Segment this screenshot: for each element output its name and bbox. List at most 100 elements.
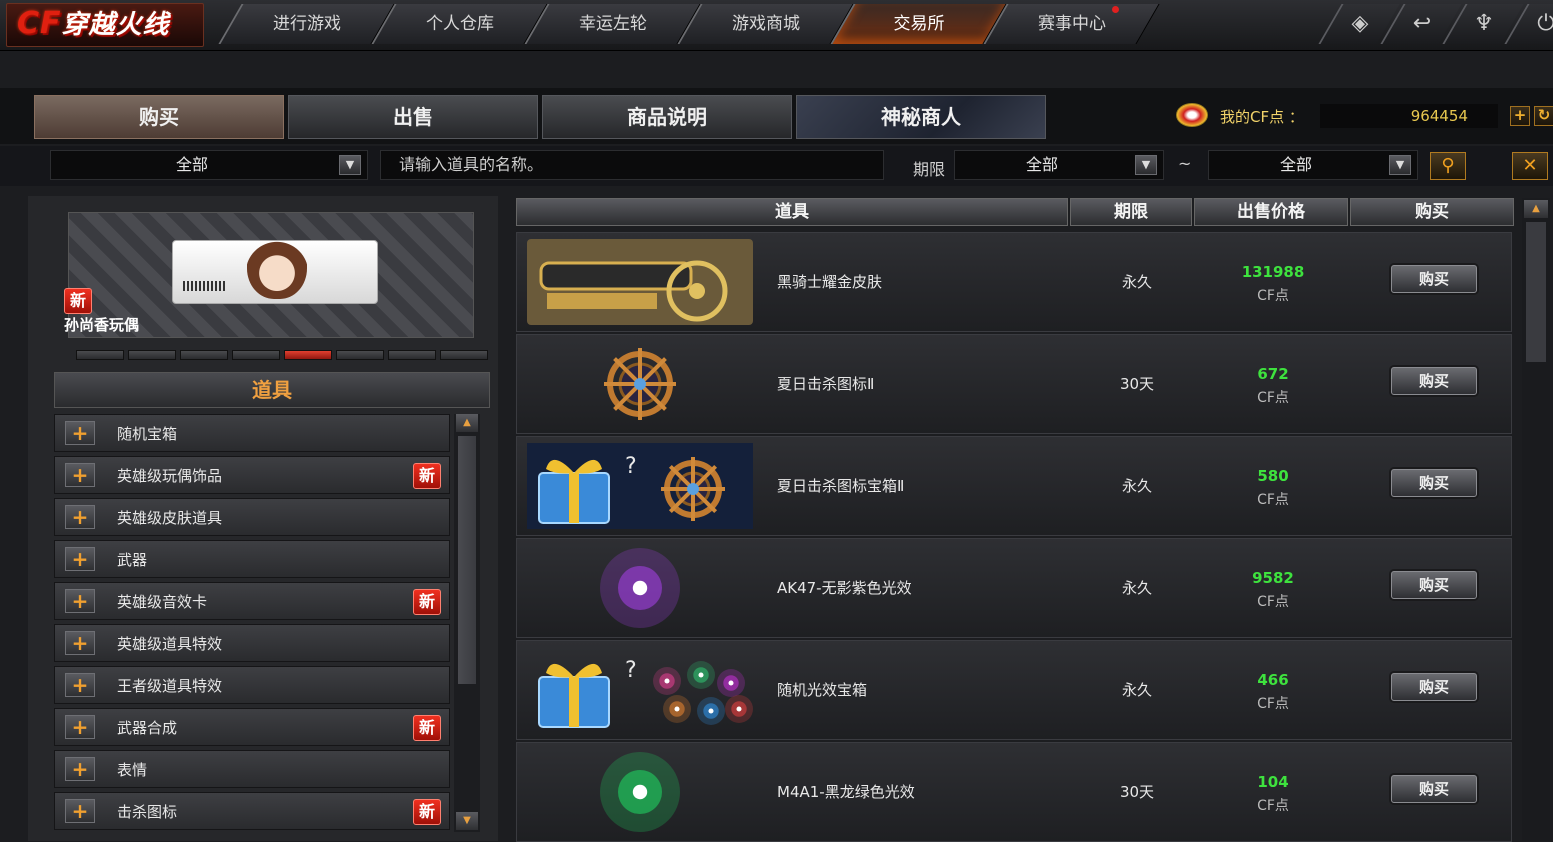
item-name: 随机光效宝箱 — [777, 681, 868, 699]
item-price: 580 — [1257, 467, 1289, 485]
table-row[interactable]: 夏日击杀图标Ⅱ 30天 672 CF点 购买 — [516, 334, 1512, 434]
period-to-select[interactable]: 全部 ▼ — [1208, 150, 1418, 180]
new-badge: 新 — [413, 715, 441, 741]
tab-mystery-merchant[interactable]: 神秘商人 — [796, 95, 1046, 139]
buy-button[interactable]: 购买 — [1391, 367, 1477, 395]
nav-tab-label: 进行游戏 — [273, 14, 341, 34]
buy-button[interactable]: 购买 — [1391, 469, 1477, 497]
expand-plus-icon[interactable]: + — [65, 673, 95, 697]
carousel-dot[interactable] — [440, 350, 488, 360]
buy-button[interactable]: 购买 — [1391, 775, 1477, 803]
chevron-down-icon[interactable]: ▼ — [1135, 155, 1157, 175]
category-item[interactable]: + 表情 — [54, 750, 450, 788]
item-name-search-input[interactable]: 请输入道具的名称。 — [380, 150, 884, 180]
nav-tab-store[interactable]: 游戏商城 — [677, 4, 854, 44]
item-thumbnail: ? — [527, 443, 753, 529]
item-price: 9582 — [1252, 569, 1294, 587]
scroll-up-icon[interactable]: ▲ — [456, 414, 478, 432]
tab-buy[interactable]: 购买 — [34, 95, 284, 139]
category-item[interactable]: + 武器 — [54, 540, 450, 578]
doll-ticket-image — [172, 231, 378, 304]
category-item[interactable]: + 英雄级音效卡 新 — [54, 582, 450, 620]
chevron-down-icon[interactable]: ▼ — [1389, 155, 1411, 175]
expand-plus-icon[interactable]: + — [65, 757, 95, 781]
category-item[interactable]: + 英雄级皮肤道具 — [54, 498, 450, 536]
scrollbar-thumb[interactable] — [458, 436, 476, 684]
category-scrollbar[interactable]: ▲ ▼ — [454, 414, 480, 832]
item-period: 永久 — [1121, 477, 1152, 495]
game-logo: CF穿越火线 — [6, 3, 204, 47]
category-select-value: 全部 — [175, 155, 208, 174]
search-button[interactable]: ⚲ — [1430, 152, 1466, 180]
carousel-dot[interactable] — [76, 350, 124, 360]
column-header-period: 期限 — [1070, 198, 1192, 226]
nav-tab-storage[interactable]: 个人仓库 — [371, 4, 548, 44]
nav-tab-play[interactable]: 进行游戏 — [218, 4, 395, 44]
tab-sell[interactable]: 出售 — [288, 95, 538, 139]
tab-item-description[interactable]: 商品说明 — [542, 95, 792, 139]
category-item[interactable]: + 英雄级道具特效 — [54, 624, 450, 662]
expand-plus-icon[interactable]: + — [65, 589, 95, 613]
expand-plus-icon[interactable]: + — [65, 421, 95, 445]
nav-tab-label: 个人仓库 — [426, 14, 494, 34]
item-period: 永久 — [1121, 579, 1152, 597]
carousel-dot[interactable] — [284, 350, 332, 360]
scroll-down-icon[interactable]: ▼ — [456, 812, 478, 830]
carousel-dot[interactable] — [232, 350, 280, 360]
table-row[interactable]: 黑骑士耀金皮肤 永久 131988 CF点 购买 — [516, 232, 1512, 332]
expand-plus-icon[interactable]: + — [65, 505, 95, 529]
svg-text:?: ? — [625, 454, 637, 479]
table-row[interactable]: AK47-无影紫色光效 永久 9582 CF点 购买 — [516, 538, 1512, 638]
new-badge: 新 — [64, 288, 92, 314]
item-name: M4A1-黑龙绿色光效 — [777, 783, 915, 801]
expand-plus-icon[interactable]: + — [65, 463, 95, 487]
carousel-dot[interactable] — [128, 350, 176, 360]
category-item[interactable]: + 英雄级玩偶饰品 新 — [54, 456, 450, 494]
notification-dot — [1112, 6, 1119, 13]
nav-tab-exchange[interactable]: 交易所 — [830, 4, 1007, 44]
buy-button[interactable]: 购买 — [1391, 265, 1477, 293]
refresh-cf-points-button[interactable]: ↻ — [1534, 106, 1553, 126]
category-item-label: 英雄级玩偶饰品 — [117, 467, 223, 485]
scroll-up-icon[interactable]: ▲ — [1524, 200, 1548, 218]
nav-tab-events[interactable]: 赛事中心 — [983, 4, 1160, 44]
category-item[interactable]: + 王者级道具特效 — [54, 666, 450, 704]
chevron-down-icon[interactable]: ▼ — [339, 155, 361, 175]
cf-points-label: 我的CF点 ： — [1220, 108, 1304, 126]
carousel-dot[interactable] — [336, 350, 384, 360]
item-price: 466 — [1257, 671, 1289, 689]
category-item[interactable]: + 武器合成 新 — [54, 708, 450, 746]
shield-icon: ◈ — [1351, 11, 1369, 36]
carousel-dot[interactable] — [388, 350, 436, 360]
period-from-select[interactable]: 全部 ▼ — [954, 150, 1164, 180]
table-row[interactable]: ? 夏日击杀图标宝箱Ⅱ 永久 580 CF点 购买 — [516, 436, 1512, 536]
add-cf-points-button[interactable]: + — [1510, 106, 1530, 126]
search-icon: ⚲ — [1441, 155, 1455, 176]
price-unit: CF点 — [1257, 798, 1289, 814]
category-item-label: 英雄级音效卡 — [117, 593, 208, 611]
category-item[interactable]: + 随机宝箱 — [54, 414, 450, 452]
carousel-dot[interactable] — [180, 350, 228, 360]
buy-button[interactable]: 购买 — [1391, 571, 1477, 599]
buy-button[interactable]: 购买 — [1391, 673, 1477, 701]
expand-plus-icon[interactable]: + — [65, 715, 95, 739]
table-scrollbar[interactable]: ▲ — [1522, 198, 1550, 841]
expand-plus-icon[interactable]: + — [65, 799, 95, 823]
column-header-price: 出售价格 — [1194, 198, 1348, 226]
expand-plus-icon[interactable]: + — [65, 631, 95, 655]
nav-tab-lucky-revolver[interactable]: 幸运左轮 — [524, 4, 701, 44]
expand-plus-icon[interactable]: + — [65, 547, 95, 571]
table-row[interactable]: ? 随机光效宝箱 永久 466 CF点 购买 — [516, 640, 1512, 740]
scrollbar-thumb[interactable] — [1526, 222, 1546, 362]
category-item[interactable]: + 击杀图标 新 — [54, 792, 450, 830]
category-select[interactable]: 全部 ▼ — [50, 150, 368, 180]
item-thumbnail: ? — [527, 647, 753, 733]
new-badge: 新 — [413, 589, 441, 615]
table-row[interactable]: M4A1-黑龙绿色光效 30天 104 CF点 购买 — [516, 742, 1512, 842]
item-thumbnail — [527, 545, 753, 631]
close-icon: ✕ — [1522, 155, 1538, 176]
item-thumbnail — [527, 239, 753, 325]
clear-filter-button[interactable]: ✕ — [1512, 152, 1548, 180]
period-label: 期限 — [913, 160, 946, 179]
new-badge: 新 — [413, 463, 441, 489]
